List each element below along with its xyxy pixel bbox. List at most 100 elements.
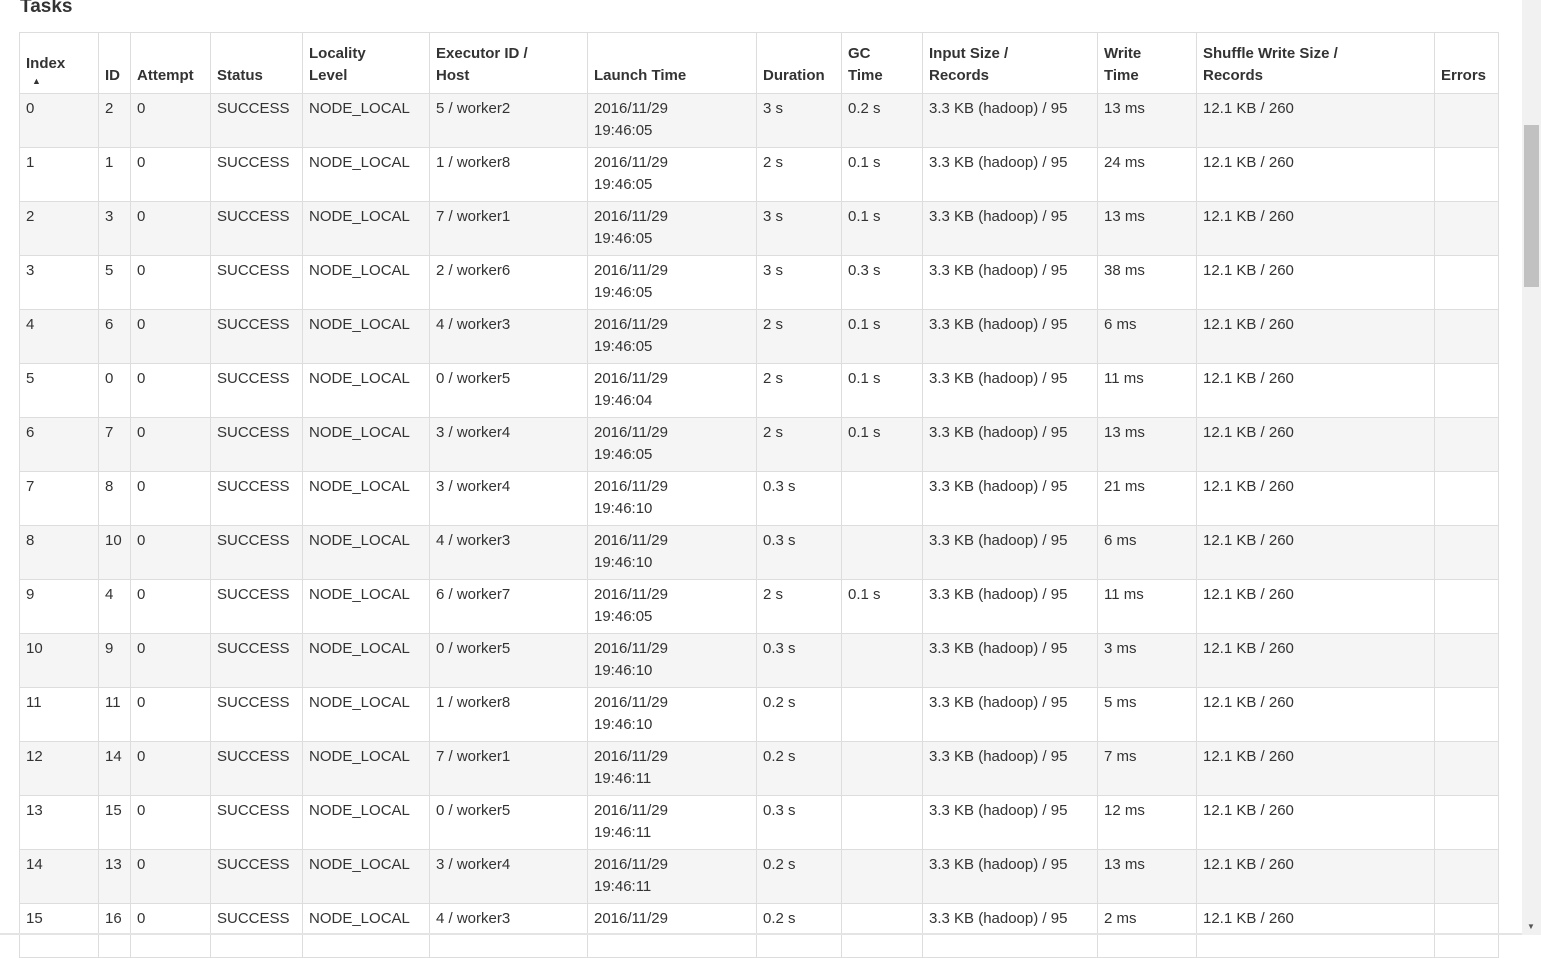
cell-gc-time <box>841 525 923 580</box>
cell-launch-time: 2016/11/29 19:46:11 <box>587 741 757 796</box>
cell-status: SUCCESS <box>210 417 303 472</box>
cell-locality-level: NODE_LOCAL <box>302 903 430 958</box>
column-header-index[interactable]: Index ▲ <box>19 32 99 94</box>
cell-errors <box>1434 417 1499 472</box>
cell-id: 7 <box>98 417 131 472</box>
column-header-duration[interactable]: Duration <box>756 32 842 94</box>
cell-shuffle-write-size-records: 12.1 KB / 260 <box>1196 417 1435 472</box>
cell-locality-level: NODE_LOCAL <box>302 741 430 796</box>
table-row: 11 11 0 SUCCESS NODE_LOCAL 1 / worker8 2016/11… <box>19 687 1499 742</box>
cell-id: 0 <box>98 363 131 418</box>
cell-index: 11 <box>19 687 99 742</box>
cell-index: 9 <box>19 579 99 634</box>
cell-status: SUCCESS <box>210 147 303 202</box>
launch-clock: 19:46:10 <box>594 554 653 571</box>
cell-index: 15 <box>19 903 99 958</box>
cell-launch-time: 2016/11/29 19:46:04 <box>587 363 757 418</box>
column-header-id[interactable]: ID <box>98 32 131 94</box>
launch-date: 2016/11/29 <box>594 586 668 603</box>
column-header-executor-host[interactable]: Executor ID / Host <box>429 32 588 94</box>
cell-id: 15 <box>98 795 131 850</box>
cell-gc-time: 0.1 s <box>841 147 923 202</box>
cell-locality-level: NODE_LOCAL <box>302 417 430 472</box>
cell-executor-host: 1 / worker8 <box>429 147 588 202</box>
column-header-write-time[interactable]: Write Time <box>1097 32 1197 94</box>
table-row: 12 14 0 SUCCESS NODE_LOCAL 7 / worker1 2016/11… <box>19 741 1499 796</box>
cell-index: 6 <box>19 417 99 472</box>
table-row: 6 7 0 SUCCESS NODE_LOCAL 3 / worker4 2016/11/2… <box>19 417 1499 472</box>
column-header-locality-level[interactable]: Locality Level <box>302 32 430 94</box>
cell-attempt: 0 <box>130 903 211 958</box>
cell-input-size-records: 3.3 KB (hadoop) / 95 <box>922 309 1098 364</box>
header-label-line1: GC <box>848 45 871 62</box>
cell-shuffle-write-size-records: 12.1 KB / 260 <box>1196 201 1435 256</box>
header-label-line1: Input Size / <box>929 45 1009 62</box>
column-header-errors[interactable]: Errors <box>1434 32 1499 94</box>
cell-id: 2 <box>98 93 131 148</box>
cell-gc-time <box>841 795 923 850</box>
cell-locality-level: NODE_LOCAL <box>302 255 430 310</box>
launch-clock: 19:46:10 <box>594 662 653 679</box>
cell-index: 13 <box>19 795 99 850</box>
cell-executor-host: 6 / worker7 <box>429 579 588 634</box>
cell-status: SUCCESS <box>210 687 303 742</box>
vertical-scrollbar[interactable]: ▼ <box>1522 0 1541 935</box>
cell-locality-level: NODE_LOCAL <box>302 147 430 202</box>
cell-gc-time: 0.1 s <box>841 417 923 472</box>
cell-duration: 2 s <box>756 147 842 202</box>
cell-write-time: 24 ms <box>1097 147 1197 202</box>
table-row: 10 9 0 SUCCESS NODE_LOCAL 0 / worker5 2016/11/… <box>19 633 1499 688</box>
cell-executor-host: 1 / worker8 <box>429 687 588 742</box>
cell-launch-time: 2016/11/29 19:46:11 <box>587 849 757 904</box>
scroll-down-arrow-icon[interactable]: ▼ <box>1527 922 1535 931</box>
cell-gc-time: 0.1 s <box>841 201 923 256</box>
launch-clock: 19:46:05 <box>594 284 653 301</box>
launch-clock: 19:46:11 <box>594 770 652 787</box>
launch-clock: 19:46:05 <box>594 230 653 247</box>
column-header-input-size-records[interactable]: Input Size / Records <box>922 32 1098 94</box>
cell-status: SUCCESS <box>210 795 303 850</box>
cell-attempt: 0 <box>130 93 211 148</box>
table-row: 0 2 0 SUCCESS NODE_LOCAL 5 / worker2 2016/11/2… <box>19 93 1499 148</box>
cell-duration: 0.3 s <box>756 471 842 526</box>
cell-write-time: 11 ms <box>1097 363 1197 418</box>
cell-duration: 3 s <box>756 201 842 256</box>
cell-errors <box>1434 309 1499 364</box>
scrollbar-thumb[interactable] <box>1524 125 1539 287</box>
cell-index: 5 <box>19 363 99 418</box>
cell-index: 12 <box>19 741 99 796</box>
column-header-shuffle-write-size-records[interactable]: Shuffle Write Size / Records <box>1196 32 1435 94</box>
launch-date: 2016/11/29 <box>594 532 668 549</box>
cell-attempt: 0 <box>130 579 211 634</box>
tasks-table-container: Index ▲ ID Attempt Status Locality Level Execut… <box>19 32 1499 958</box>
cell-write-time: 3 ms <box>1097 633 1197 688</box>
launch-date: 2016/11/29 <box>594 748 668 765</box>
header-label: Status <box>217 67 263 84</box>
cell-attempt: 0 <box>130 309 211 364</box>
launch-date: 2016/11/29 <box>594 262 668 279</box>
cell-id: 10 <box>98 525 131 580</box>
cell-executor-host: 3 / worker4 <box>429 417 588 472</box>
cell-gc-time <box>841 903 923 958</box>
launch-clock: 19:46:11 <box>594 878 652 895</box>
cell-launch-time: 2016/11/29 19:46:05 <box>587 579 757 634</box>
cell-id: 16 <box>98 903 131 958</box>
cell-locality-level: NODE_LOCAL <box>302 579 430 634</box>
table-row: 15 16 0 SUCCESS NODE_LOCAL 4 / worker3 2016/11… <box>19 903 1499 958</box>
cell-executor-host: 0 / worker5 <box>429 363 588 418</box>
table-row: 7 8 0 SUCCESS NODE_LOCAL 3 / worker4 2016/11/2… <box>19 471 1499 526</box>
cell-shuffle-write-size-records: 12.1 KB / 260 <box>1196 363 1435 418</box>
column-header-attempt[interactable]: Attempt <box>130 32 211 94</box>
cell-errors <box>1434 579 1499 634</box>
launch-clock: 19:46:10 <box>594 716 653 733</box>
cell-executor-host: 7 / worker1 <box>429 741 588 796</box>
cell-input-size-records: 3.3 KB (hadoop) / 95 <box>922 93 1098 148</box>
cell-errors <box>1434 525 1499 580</box>
cell-locality-level: NODE_LOCAL <box>302 849 430 904</box>
table-row: 4 6 0 SUCCESS NODE_LOCAL 4 / worker3 2016/11/2… <box>19 309 1499 364</box>
cell-write-time: 6 ms <box>1097 309 1197 364</box>
cell-write-time: 12 ms <box>1097 795 1197 850</box>
column-header-status[interactable]: Status <box>210 32 303 94</box>
column-header-launch-time[interactable]: Launch Time <box>587 32 757 94</box>
column-header-gc-time[interactable]: GC Time <box>841 32 923 94</box>
